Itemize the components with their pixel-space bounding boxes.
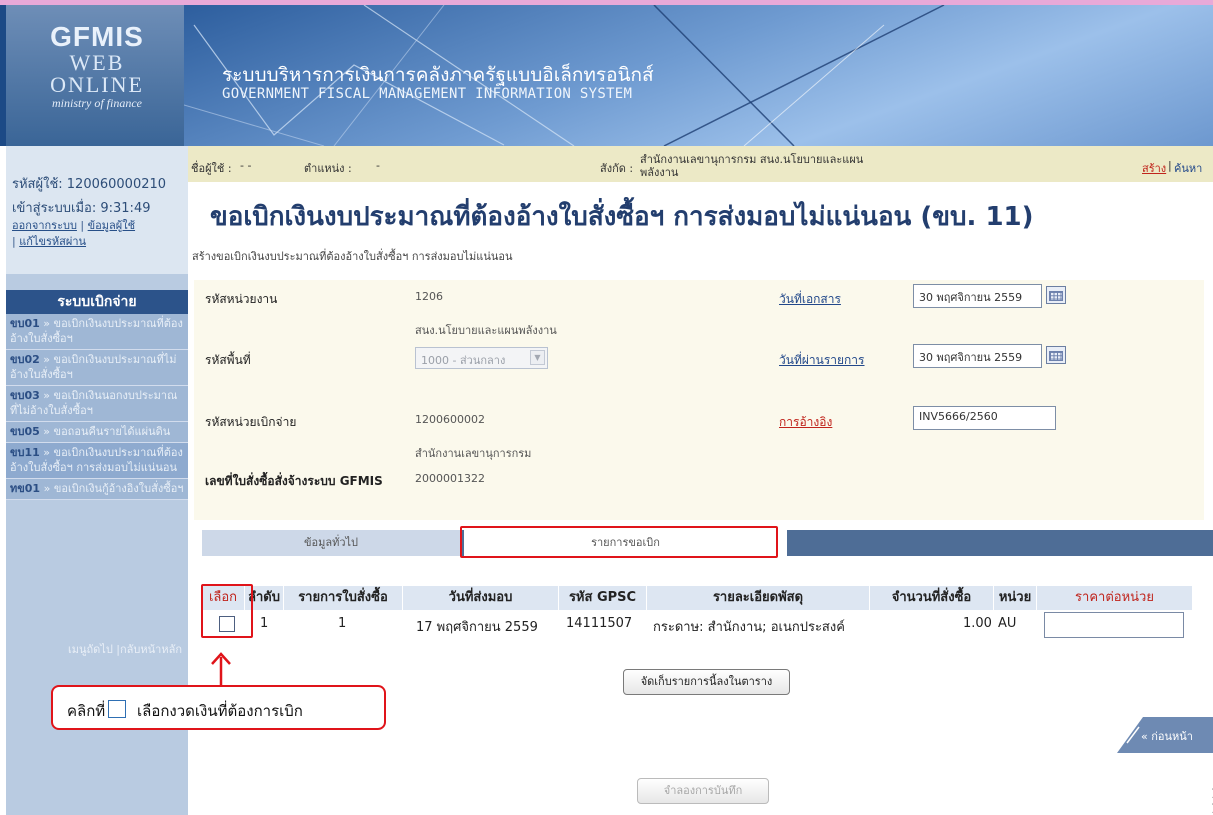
col-po-item: รายการใบสั่งซื้อ [284, 586, 402, 610]
row-po-item: 1 [338, 616, 347, 631]
row-delivery-date: 17 พฤศจิกายน 2559 [416, 620, 538, 635]
menu-label: ขอเบิกเงินกู้อ้างอิงใบสั่งซื้อฯ [53, 482, 184, 495]
user-value: - - [240, 159, 252, 172]
unit-price-input[interactable] [1044, 612, 1184, 638]
row-seq: 1 [260, 616, 269, 631]
disbursing-unit-value: 1200600002 [415, 413, 485, 426]
affiliation-label: สังกัด : [600, 162, 634, 175]
reference-field[interactable]: INV5666/2560 [913, 406, 1056, 430]
instruction-callout: คลิกที่ เลือกงวดเงินที่ต้องการเบิก [51, 685, 386, 730]
disbursing-unit-label: รหัสหน่วยเบิกจ่าย [205, 415, 297, 429]
doc-date-field[interactable]: 30 พฤศจิกายน 2559 [913, 284, 1042, 308]
po-number-label: เลขที่ใบสั่งซื้อสั่งจ้างระบบ GFMIS [205, 474, 383, 488]
sidebar-menu: ขบ01 » ขอเบิกเงินงบประมาณที่ต้องอ้างใบสั… [6, 314, 188, 500]
col-unit: หน่วย [994, 586, 1036, 610]
posting-date-field[interactable]: 30 พฤศจิกายน 2559 [913, 344, 1042, 368]
gfmis-logo: GFMIS WEB ONLINE ministry of finance [22, 22, 172, 117]
po-number-value: 2000001322 [415, 472, 485, 485]
col-qty: จำนวนที่สั่งซื้อ [870, 586, 993, 610]
agency-name: สนง.นโยบายและแผนพลังงาน [415, 324, 557, 337]
sidebar-item-kb01[interactable]: ขบ01 » ขอเบิกเงินงบประมาณที่ต้องอ้างใบสั… [6, 314, 188, 350]
logo-title: GFMIS [50, 21, 144, 52]
posting-date-value: 30 พฤศจิกายน 2559 [919, 351, 1023, 364]
disbursing-unit-name: สำนักงานเลขานุการกรม [415, 447, 532, 460]
highlight-checkbox-box [201, 584, 253, 638]
row-gpsc: 14111507 [566, 616, 633, 631]
agency-code-label: รหัสหน่วยงาน [205, 292, 278, 306]
logout-link[interactable]: ออกจากระบบ [12, 219, 77, 232]
user-links: ออกจากระบบ | ข้อมูลผู้ใช้ | แก้ไขรหัสผ่า… [12, 219, 136, 248]
doc-date-value: 30 พฤศจิกายน 2559 [919, 291, 1023, 304]
sidebar-footer: เมนูถัดไป |กลับหน้าหลัก [67, 643, 182, 656]
search-link[interactable]: ค้นหา [1174, 159, 1202, 177]
user-label: ชื่อผู้ใช้ : [191, 162, 232, 175]
row-unit: AU [998, 616, 1017, 631]
row-qty: 1.00 [963, 616, 992, 631]
area-code-select[interactable]: 1000 - ส่วนกลาง ▼ [415, 347, 548, 369]
checkbox-icon [108, 700, 126, 718]
doc-date-label[interactable]: วันที่เอกสาร [779, 290, 841, 309]
header-form: รหัสหน่วยงาน 1206 สนง.นโยบายและแผนพลังงา… [194, 280, 1204, 520]
affiliation-value-line2: พลังงาน [640, 166, 679, 179]
login-time: เข้าสู่ระบบเมื่อ: 9:31:49 [12, 201, 151, 216]
callout-text-after: เลือกงวดเงินที่ต้องการเบิก [137, 702, 303, 720]
col-gpsc: รหัส GPSC [559, 586, 646, 610]
callout-arrow [211, 652, 231, 687]
app-header: GFMIS WEB ONLINE ministry of finance ระบ… [0, 0, 1213, 146]
posting-date-label[interactable]: วันที่ผ่านรายการ [779, 351, 865, 370]
agency-code-value: 1206 [415, 290, 443, 303]
reference-label[interactable]: การอ้างอิง [779, 413, 832, 432]
chevron-down-icon[interactable]: ▼ [530, 350, 545, 365]
calendar-icon[interactable] [1046, 346, 1066, 364]
create-link[interactable]: สร้าง [1142, 159, 1166, 177]
prev-button[interactable]: « ก่อนหน้า [1107, 717, 1213, 753]
sidebar-item-kb02[interactable]: ขบ02 » ขอเบิกเงินงบประมาณที่ไม่อ้างใบสั่… [6, 350, 188, 386]
home-link[interactable]: กลับหน้าหลัก [120, 643, 182, 656]
user-profile-link[interactable]: ข้อมูลผู้ใช้ [88, 219, 135, 232]
menu-code: ขบ02 [10, 353, 40, 366]
sidebar-section-title: ระบบเบิกจ่าย [6, 290, 188, 314]
store-items-button[interactable]: จัดเก็บรายการนี้ลงในตาราง [623, 669, 790, 695]
callout-text-before: คลิกที่ [67, 702, 106, 720]
reference-value: INV5666/2560 [919, 410, 998, 423]
area-code-label: รหัสพื้นที่ [205, 353, 251, 367]
system-title-english: GOVERNMENT FISCAL MANAGEMENT INFORMATION… [222, 86, 633, 102]
col-detail: รายละเอียดพัสดุ [647, 586, 869, 610]
position-label: ตำแหน่ง : [304, 162, 352, 175]
area-code-value: 1000 - ส่วนกลาง [421, 354, 506, 367]
row-detail: กระดาษ: สำนักงาน; อเนกประสงค์ [653, 620, 845, 635]
page-title: ขอเบิกเงินงบประมาณที่ต้องอ้างใบสั่งซื้อฯ… [210, 202, 1034, 232]
sidebar-item-kb05[interactable]: ขบ05 » ขอถอนคืนรายได้แผ่นดิน [6, 422, 188, 443]
logo-subtitle: WEB ONLINE [50, 50, 144, 97]
sidebar-item-kb03[interactable]: ขบ03 » ขอเบิกเงินนอกงบประมาณที่ไม่อ้างใบ… [6, 386, 188, 422]
col-delivery-date: วันที่ส่งมอบ [403, 586, 558, 610]
position-value: - [376, 159, 380, 172]
sidebar-item-kb11[interactable]: ขบ11 » ขอเบิกเงินงบประมาณที่ต้องอ้างใบสั… [6, 443, 188, 479]
user-info-panel: รหัสผู้ใช้: 120060000210 เข้าสู่ระบบเมื่… [6, 146, 188, 274]
change-password-link[interactable]: แก้ไขรหัสผ่าน [19, 235, 86, 248]
user-info-bar: ชื่อผู้ใช้ : - - ตำแหน่ง : - สังกัด : สำ… [188, 146, 1213, 182]
menu-code: ทข01 [10, 482, 41, 495]
tab-general-info[interactable]: ข้อมูลทั่วไป [202, 530, 460, 556]
user-code: รหัสผู้ใช้: 120060000210 [12, 177, 167, 192]
menu-label: ขอถอนคืนรายได้แผ่นดิน [53, 425, 171, 438]
col-unit-price: ราคาต่อหน่วย [1037, 586, 1192, 610]
simulate-save-button[interactable]: จำลองการบันทึก [637, 778, 769, 804]
next-menu-link[interactable]: เมนูถัดไป [68, 643, 113, 656]
calendar-icon[interactable] [1046, 286, 1066, 304]
menu-code: ขบ05 [10, 425, 40, 438]
logo-tagline: ministry of finance [52, 96, 142, 110]
highlight-tab-box [460, 526, 778, 558]
menu-code: ขบ03 [10, 389, 40, 402]
sidebar-item-tk01[interactable]: ทข01 » ขอเบิกเงินกู้อ้างอิงใบสั่งซื้อฯ [6, 479, 188, 500]
menu-code: ขบ01 [10, 317, 40, 330]
prev-label: « ก่อนหน้า [1141, 730, 1193, 743]
menu-code: ขบ11 [10, 446, 40, 459]
page-subtitle: สร้างขอเบิกเงินงบประมาณที่ต้องอ้างใบสั่ง… [192, 250, 513, 263]
